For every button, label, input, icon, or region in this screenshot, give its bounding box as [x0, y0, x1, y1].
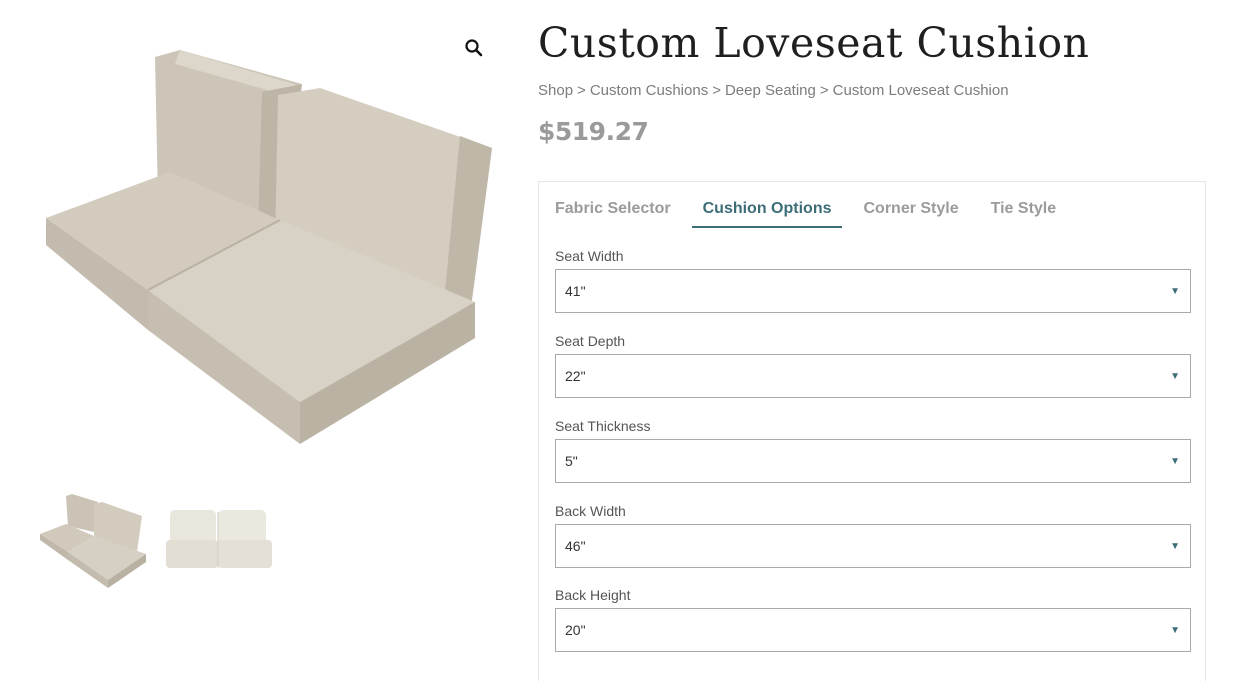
main-product-image[interactable]	[30, 40, 510, 460]
thumbnail-strip	[36, 488, 278, 594]
seat-thickness-value: 5"	[565, 453, 578, 469]
options-tabs: Fabric Selector Cushion Options Corner S…	[555, 200, 1088, 228]
back-height-label: Back Height	[555, 587, 631, 603]
tab-corner-style[interactable]: Corner Style	[863, 200, 958, 228]
caret-down-icon: ▼	[1170, 540, 1180, 552]
thumbnail-white[interactable]	[160, 488, 278, 594]
tab-tie-style[interactable]: Tie Style	[991, 200, 1057, 228]
breadcrumb-shop[interactable]: Shop	[538, 82, 573, 99]
back-width-value: 46"	[565, 538, 586, 554]
seat-depth-label: Seat Depth	[555, 333, 626, 349]
seat-width-value: 41"	[565, 283, 586, 299]
breadcrumb: Shop > Custom Cushions > Deep Seating > Custom…	[538, 82, 1210, 99]
seat-thickness-field: Seat Thickness 5" ▼	[555, 418, 1191, 483]
tab-cushion-options[interactable]: Cushion Options	[691, 200, 843, 228]
back-height-field: Back Height 20" ▼	[555, 587, 1191, 652]
breadcrumb-custom-cushions[interactable]: Custom Cushions	[590, 82, 708, 99]
breadcrumb-deep-seating[interactable]: Deep Seating	[725, 82, 816, 99]
seat-width-label: Seat Width	[555, 248, 624, 264]
breadcrumb-separator: >	[819, 82, 829, 99]
product-price: $519.27	[538, 117, 649, 146]
product-summary: Custom Loveseat Cushion Shop > Custom Cush…	[538, 0, 1210, 146]
seat-width-field: Seat Width 41" ▼	[555, 248, 1191, 313]
caret-down-icon: ▼	[1170, 285, 1180, 297]
caret-down-icon: ▼	[1170, 370, 1180, 382]
thumbnail-beige[interactable]	[36, 488, 154, 594]
seat-width-select[interactable]: 41" ▼	[555, 269, 1191, 313]
caret-down-icon: ▼	[1170, 455, 1180, 467]
breadcrumb-separator: >	[712, 82, 721, 99]
seat-depth-select[interactable]: 22" ▼	[555, 354, 1191, 398]
seat-thickness-select[interactable]: 5" ▼	[555, 439, 1191, 483]
product-gallery	[0, 0, 520, 668]
back-width-select[interactable]: 46" ▼	[555, 524, 1191, 568]
product-options-panel: Fabric Selector Cushion Options Corner S…	[538, 181, 1206, 681]
caret-down-icon: ▼	[1170, 624, 1180, 636]
product-title: Custom Loveseat Cushion	[538, 19, 1090, 67]
back-width-field: Back Width 46" ▼	[555, 503, 1191, 568]
seat-depth-value: 22"	[565, 368, 586, 384]
breadcrumb-separator: >	[577, 82, 586, 99]
back-width-label: Back Width	[555, 503, 626, 519]
tab-fabric-selector[interactable]: Fabric Selector	[555, 200, 671, 228]
seat-thickness-label: Seat Thickness	[555, 418, 651, 434]
back-height-select[interactable]: 20" ▼	[555, 608, 1191, 652]
loveseat-cushion-image	[46, 50, 492, 444]
seat-depth-field: Seat Depth 22" ▼	[555, 333, 1191, 398]
breadcrumb-current: Custom Loveseat Cushion	[832, 82, 1009, 99]
back-height-value: 20"	[565, 622, 586, 638]
